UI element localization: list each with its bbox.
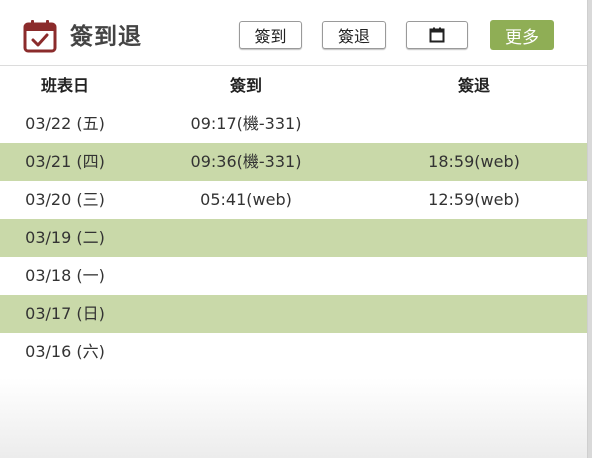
table-row: 03/17 (日)	[0, 295, 587, 333]
table-row: 03/22 (五) 09:17(機-331)	[0, 105, 587, 143]
calendar-button[interactable]	[406, 21, 468, 49]
date-cell: 03/18 (一)	[25, 266, 105, 285]
checkin-cell: 09:36(機-331)	[190, 152, 302, 171]
table-row: 03/21 (四) 09:36(機-331) 18:59(web)	[0, 143, 587, 181]
attendance-table: 03/22 (五) 09:17(機-331) 03/21 (四) 09:36(機…	[0, 105, 587, 371]
date-cell: 03/22 (五)	[25, 114, 105, 133]
checkout-button[interactable]: 簽退	[322, 21, 386, 49]
date-cell: 03/20 (三)	[25, 190, 105, 209]
date-cell: 03/21 (四)	[25, 152, 105, 171]
checkout-cell: 18:59(web)	[428, 152, 520, 171]
column-header-date: 班表日	[40, 76, 89, 95]
table-row: 03/20 (三) 05:41(web) 12:59(web)	[0, 181, 587, 219]
checkin-cell: 09:17(機-331)	[190, 114, 302, 133]
column-header-checkout: 簽退	[457, 76, 490, 95]
table-row: 03/19 (二)	[0, 219, 587, 257]
calendar-icon	[429, 27, 445, 43]
checkin-cell: 05:41(web)	[200, 190, 292, 209]
more-button[interactable]: 更多	[490, 20, 554, 50]
checkin-button[interactable]: 簽到	[239, 21, 302, 49]
attendance-panel: 簽到退 簽到 簽退 更多 班表日 簽到 簽退 03/22 (五) 09:17(機…	[0, 0, 588, 458]
panel-bottom-fade	[0, 378, 587, 458]
page-title: 簽到退	[70, 24, 142, 50]
calendar-check-icon	[23, 20, 57, 53]
table-header: 班表日 簽到 簽退	[0, 67, 587, 105]
date-cell: 03/16 (六)	[25, 342, 105, 361]
checkout-cell: 12:59(web)	[428, 190, 520, 209]
column-header-checkin: 簽到	[229, 76, 262, 95]
date-cell: 03/19 (二)	[25, 228, 105, 247]
date-cell: 03/17 (日)	[25, 304, 105, 323]
table-row: 03/16 (六)	[0, 333, 587, 371]
table-row: 03/18 (一)	[0, 257, 587, 295]
panel-header: 簽到退 簽到 簽退 更多	[0, 0, 587, 66]
